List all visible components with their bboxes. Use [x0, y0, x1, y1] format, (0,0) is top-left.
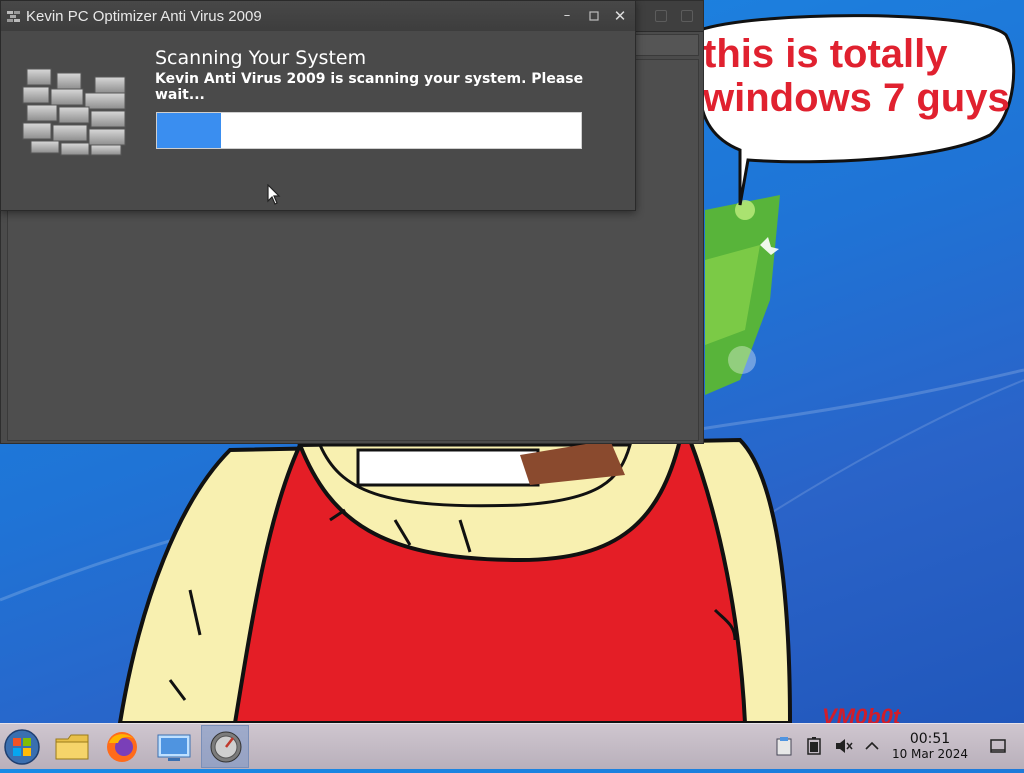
start-button-icon [4, 729, 40, 765]
scan-heading: Scanning Your System [155, 47, 367, 69]
app-wall-icon [7, 11, 20, 22]
dialog-titlebar[interactable]: Kevin PC Optimizer Anti Virus 2009 – ✕ [1, 1, 635, 31]
battery-icon[interactable] [804, 736, 824, 756]
antivirus-app-icon [210, 731, 242, 763]
maximize-icon[interactable] [585, 7, 603, 25]
dialog-title: Kevin PC Optimizer Anti Virus 2009 [26, 8, 262, 25]
minimize-icon[interactable]: – [558, 7, 576, 25]
firefox-icon [107, 732, 137, 762]
taskbar-antivirus-app[interactable] [201, 725, 249, 768]
taskbar-file-manager[interactable] [48, 725, 96, 768]
scan-message: Kevin Anti Virus 2009 is scanning your s… [155, 71, 584, 103]
scan-progress-bar [156, 112, 582, 149]
show-desktop-icon[interactable] [988, 736, 1008, 756]
chevron-up-icon[interactable] [862, 736, 882, 756]
background-minimize-icon[interactable] [655, 10, 667, 22]
brick-wall-icon [22, 68, 126, 156]
clock-date[interactable]: 10 Mar 2024 [890, 747, 970, 761]
start-button[interactable] [0, 725, 48, 768]
clock-time[interactable]: 00:51 [890, 731, 970, 747]
muted-speaker-icon[interactable] [834, 736, 854, 756]
scan-progress-fill [157, 113, 221, 148]
file-manager-icon [55, 734, 89, 760]
speech-bubble-text: this is totally windows 7 guys [703, 32, 1010, 120]
mouse-cursor-icon [267, 184, 281, 205]
taskbar [0, 723, 1024, 769]
close-icon[interactable]: ✕ [611, 7, 629, 25]
control-panel-icon [157, 734, 191, 761]
taskbar-firefox[interactable] [98, 725, 146, 768]
clipboard-icon[interactable] [774, 736, 794, 756]
background-maximize-icon[interactable] [681, 10, 693, 22]
scan-dialog: Kevin PC Optimizer Anti Virus 2009 – ✕ S… [0, 0, 636, 211]
taskbar-control-panel[interactable] [150, 725, 198, 768]
